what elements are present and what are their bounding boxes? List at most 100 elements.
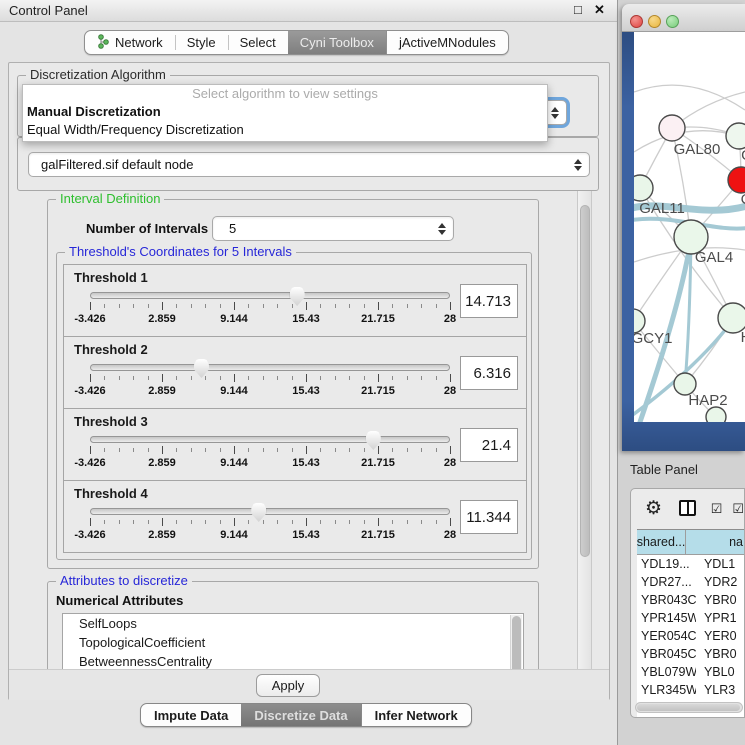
zoom-window-button[interactable]: [666, 15, 679, 28]
numerical-attributes-list[interactable]: SelfLoopsTopologicalCoefficientBetweenne…: [62, 613, 524, 669]
float-window-icon[interactable]: □: [574, 2, 582, 17]
table-data-group: Table Data galFiltered.sif default node: [17, 137, 599, 191]
popup-item-manual-discretization[interactable]: Manual Discretization: [23, 103, 547, 121]
tick-mark: [335, 520, 336, 524]
apply-button[interactable]: Apply: [256, 674, 320, 697]
tick-mark: [162, 518, 163, 526]
table-row[interactable]: YLR345WYLR3: [637, 681, 745, 699]
slider-tick-labels: -3.4262.8599.14415.4321.71528: [90, 529, 450, 542]
network-node-label: GAL11: [639, 200, 685, 217]
tick-mark: [306, 518, 307, 526]
tick-mark: [292, 304, 293, 308]
interval-definition-group: Interval Definition Number of Intervals …: [47, 199, 539, 569]
slider-track[interactable]: [90, 508, 450, 515]
tick-mark: [349, 304, 350, 308]
table-data-combobox[interactable]: galFiltered.sif default node: [28, 152, 590, 177]
tick-mark: [234, 374, 235, 382]
tick-label: 9.144: [220, 313, 248, 325]
threshold-slider: -3.4262.8599.14415.4321.71528: [90, 292, 450, 326]
table-row[interactable]: YPR145WYPR1: [637, 609, 745, 627]
tick-mark: [234, 446, 235, 454]
checked-box-icon[interactable]: ☑: [711, 502, 723, 515]
tab-infer-network[interactable]: Infer Network: [361, 704, 471, 726]
threshold-value-field[interactable]: 6.316: [460, 356, 518, 390]
tab-label: jActiveMNodules: [399, 35, 496, 50]
slider-track[interactable]: [90, 364, 450, 371]
tick-mark: [306, 374, 307, 382]
table-header-shared[interactable]: shared...: [637, 530, 686, 554]
tick-mark: [349, 376, 350, 380]
tab-impute-data[interactable]: Impute Data: [141, 704, 241, 726]
list-item[interactable]: BetweennessCentrality: [63, 652, 523, 669]
tick-mark: [421, 448, 422, 452]
tick-mark: [378, 446, 379, 454]
tick-mark: [191, 376, 192, 380]
popup-item-equal-width[interactable]: Equal Width/Frequency Discretization: [23, 121, 547, 139]
slider-track[interactable]: [90, 292, 450, 299]
threshold-slider: -3.4262.8599.14415.4321.71528: [90, 364, 450, 398]
discretization-algorithm-title: Discretization Algorithm: [26, 67, 170, 82]
network-node[interactable]: [726, 123, 745, 149]
threshold-label: Threshold 2: [74, 342, 148, 357]
tick-label: 21.715: [361, 529, 395, 541]
tab-discretize-data[interactable]: Discretize Data: [241, 704, 360, 726]
tab-select[interactable]: Select: [228, 31, 288, 54]
network-edge: [634, 85, 745, 110]
network-node[interactable]: [706, 407, 726, 422]
tab-network[interactable]: Network: [85, 31, 175, 54]
tick-mark: [220, 520, 221, 524]
network-node-label: GAL4: [695, 249, 733, 266]
checked-box-icon[interactable]: ☑: [732, 502, 744, 515]
tab-style[interactable]: Style: [175, 31, 228, 54]
network-node-label: G: [741, 147, 745, 164]
control-panel: Control Panel □ ✕ NetworkStyleSelectCyni…: [0, 0, 618, 745]
table-cell: YBR045C: [637, 647, 696, 661]
network-window-titlebar[interactable]: [622, 4, 745, 32]
tick-label: 28: [444, 529, 456, 541]
network-node[interactable]: [659, 115, 685, 141]
columns-icon[interactable]: [679, 500, 696, 516]
tick-mark: [407, 448, 408, 452]
table-row[interactable]: YDR27...YDR2: [637, 573, 745, 591]
thresholds-title: Threshold's Coordinates for 5 Intervals: [65, 244, 296, 259]
tick-label: 15.43: [292, 457, 320, 469]
table-row[interactable]: YDL19...YDL1: [637, 555, 745, 573]
tick-mark: [205, 376, 206, 380]
settings-scrollbar[interactable]: [577, 191, 592, 669]
table-row[interactable]: YBL079WYBL0: [637, 663, 745, 681]
tick-mark: [119, 376, 120, 380]
list-item[interactable]: SelfLoops: [63, 614, 523, 633]
threshold-value-field[interactable]: 14.713: [460, 284, 518, 318]
list-scrollbar[interactable]: [510, 615, 522, 669]
gear-icon[interactable]: ⚙: [645, 499, 662, 518]
table-hscrollbar[interactable]: [635, 702, 743, 713]
tick-mark: [306, 446, 307, 454]
table-row[interactable]: YER054CYER0: [637, 627, 745, 645]
table-header-name[interactable]: na: [686, 530, 745, 554]
threshold-value-field[interactable]: 21.4: [460, 428, 518, 462]
table-row[interactable]: YBR043CYBR0: [637, 591, 745, 609]
slider-track[interactable]: [90, 436, 450, 443]
tick-label: 15.43: [292, 529, 320, 541]
tick-mark: [421, 376, 422, 380]
minimize-window-button[interactable]: [648, 15, 661, 28]
tick-mark: [378, 374, 379, 382]
close-window-button[interactable]: [630, 15, 643, 28]
tab-cyni-toolbox[interactable]: Cyni Toolbox: [288, 31, 386, 54]
tick-mark: [205, 448, 206, 452]
network-node[interactable]: [634, 175, 653, 201]
tab-label: Select: [240, 35, 276, 50]
tick-label: 28: [444, 457, 456, 469]
tick-label: -3.426: [74, 529, 105, 541]
tick-mark: [450, 374, 451, 382]
threshold-value-field[interactable]: 11.344: [460, 500, 518, 534]
tab-jactivemnodules[interactable]: jActiveMNodules: [386, 31, 508, 54]
close-panel-icon[interactable]: ✕: [594, 2, 605, 18]
tick-mark: [335, 376, 336, 380]
table-row[interactable]: YBR045CYBR0: [637, 645, 745, 663]
network-canvas[interactable]: GAL80GCGAL11GAL4GCY1HHAP2: [634, 32, 745, 422]
tick-mark: [364, 520, 365, 524]
threshold-label: Threshold 4: [74, 486, 148, 501]
list-item[interactable]: TopologicalCoefficient: [63, 633, 523, 652]
number-of-intervals-spinner[interactable]: 5: [212, 216, 454, 241]
